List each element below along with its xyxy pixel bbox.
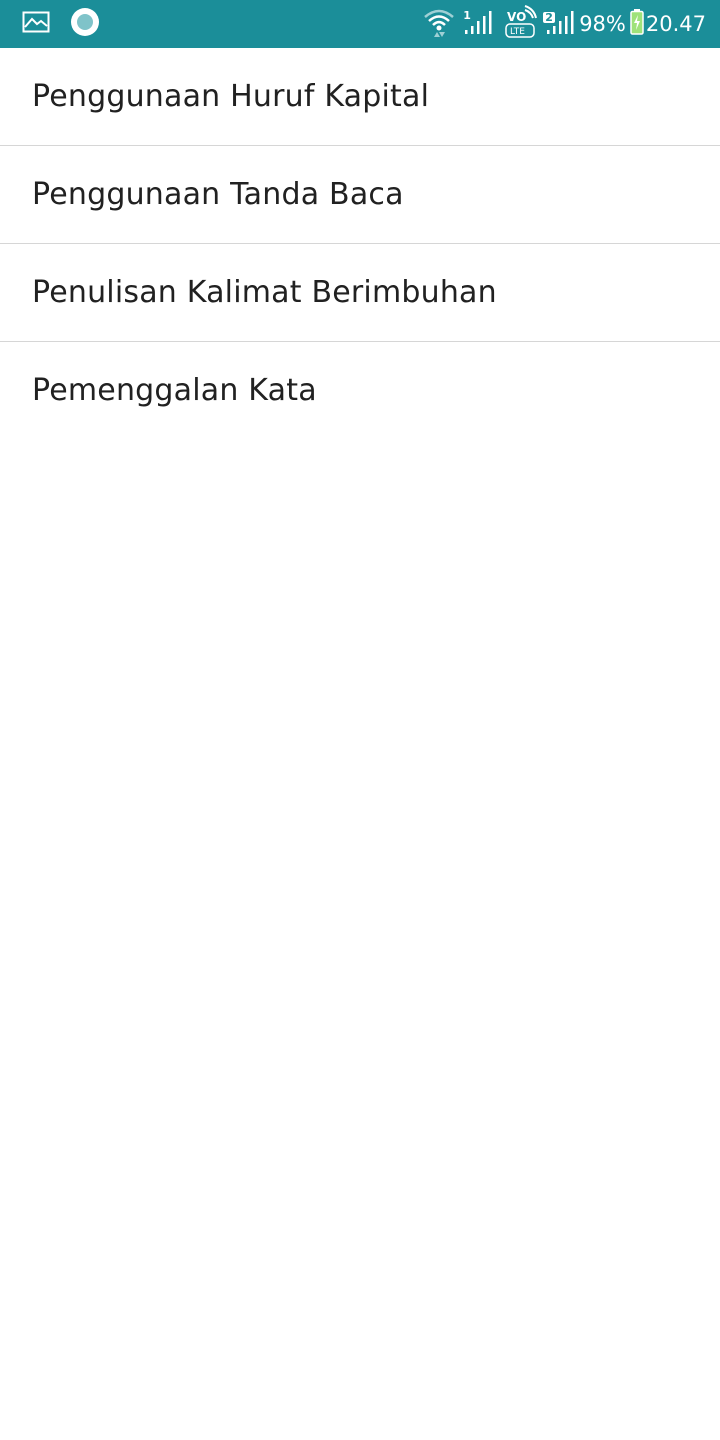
status-bar-right: 1 VO LTE 2 98% 20.47 xyxy=(423,0,706,48)
list-item-label: Penggunaan Huruf Kapital xyxy=(32,79,430,114)
wifi-icon xyxy=(423,7,455,41)
list-item-label: Pemenggalan Kata xyxy=(32,373,317,408)
list-item-huruf-kapital[interactable]: Penggunaan Huruf Kapital xyxy=(0,48,720,146)
list-item-tanda-baca[interactable]: Penggunaan Tanda Baca xyxy=(0,146,720,244)
volte-bottom-label: LTE xyxy=(510,27,525,37)
battery-percent: 98% xyxy=(579,12,626,36)
clock: 20.47 xyxy=(645,12,706,36)
status-bar-left xyxy=(22,0,100,48)
list-item-pemenggalan-kata[interactable]: Pemenggalan Kata xyxy=(0,342,720,439)
status-bar: 1 VO LTE 2 98% 20.47 xyxy=(0,0,720,48)
volte-top-label: VO xyxy=(507,10,526,24)
volte-icon: VO LTE xyxy=(505,5,538,43)
list-item-kalimat-berimbuhan[interactable]: Penulisan Kalimat Berimbuhan xyxy=(0,244,720,342)
sim2-label: 2 xyxy=(543,11,555,24)
signal-sim1: 1 xyxy=(463,7,493,41)
list-item-label: Penggunaan Tanda Baca xyxy=(32,177,404,212)
sim1-label: 1 xyxy=(463,9,471,22)
list-item-label: Penulisan Kalimat Berimbuhan xyxy=(32,275,497,310)
image-notification-icon xyxy=(22,11,50,37)
battery-charging-icon xyxy=(630,9,644,39)
topic-list: Penggunaan Huruf Kapital Penggunaan Tand… xyxy=(0,48,720,439)
signal-sim2: 2 xyxy=(543,7,575,41)
recording-circle-icon xyxy=(70,7,100,41)
